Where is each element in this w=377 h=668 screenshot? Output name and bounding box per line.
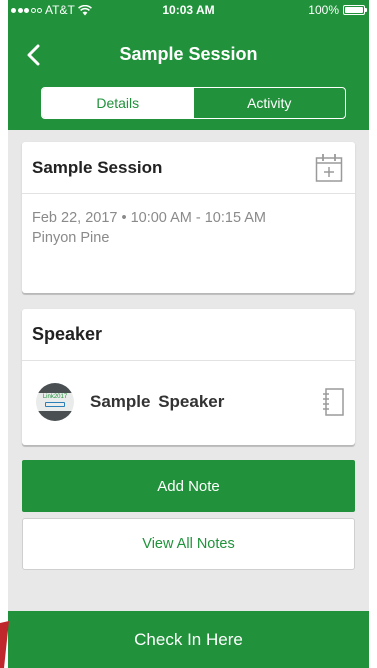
signal-dot bbox=[30, 7, 36, 13]
avatar-band bbox=[36, 411, 74, 421]
signal-dot bbox=[11, 7, 16, 13]
session-card-header: Sample Session bbox=[22, 142, 355, 194]
view-all-notes-button[interactable]: View All Notes bbox=[22, 518, 355, 570]
tab-details[interactable]: Details bbox=[42, 88, 194, 118]
session-date-time: Feb 22, 2017 • 10:00 AM - 10:15 AM bbox=[32, 210, 267, 226]
carrier-label: AT&T bbox=[45, 3, 75, 17]
avatar-band bbox=[36, 383, 74, 393]
avatar: Link2017 bbox=[36, 383, 74, 421]
session-location: Pinyon Pine bbox=[32, 230, 110, 246]
signal-dot bbox=[37, 7, 42, 13]
signal-strength-icon bbox=[11, 7, 42, 13]
avatar-logo-mark bbox=[45, 402, 65, 407]
calendar-add-icon[interactable] bbox=[315, 153, 343, 183]
status-left: AT&T bbox=[11, 3, 92, 17]
arrow-annotation-icon bbox=[0, 621, 9, 668]
status-bar: AT&T 10:03 AM 100% bbox=[8, 0, 369, 20]
speaker-card: Speaker Link2017 Sample Speaker bbox=[22, 309, 355, 445]
app-screen: AT&T 10:03 AM 100% Sample Session Detail… bbox=[8, 0, 369, 668]
session-card: Sample Session Feb 22, 2017 • 10:00 AM -… bbox=[22, 142, 355, 293]
battery-fill bbox=[345, 7, 363, 13]
avatar-logo: Link2017 bbox=[36, 394, 74, 401]
page-title: Sample Session bbox=[119, 44, 258, 64]
speaker-card-header: Speaker bbox=[22, 309, 355, 361]
signal-dot bbox=[24, 7, 29, 13]
check-in-button[interactable]: Check In Here bbox=[8, 611, 369, 668]
wifi-icon bbox=[77, 4, 92, 15]
speaker-row[interactable]: Link2017 Sample Speaker bbox=[22, 361, 355, 443]
signal-dot bbox=[17, 7, 23, 13]
avatar-logo-text: Link2017 bbox=[42, 394, 68, 400]
speaker-name: Sample Speaker bbox=[90, 392, 225, 411]
add-note-button[interactable]: Add Note bbox=[22, 460, 355, 512]
status-right: 100% bbox=[308, 3, 367, 17]
session-title: Sample Session bbox=[32, 157, 163, 177]
speaker-section-title: Speaker bbox=[32, 324, 103, 344]
tab-activity[interactable]: Activity bbox=[194, 88, 346, 118]
battery-icon bbox=[343, 5, 367, 15]
session-details: Feb 22, 2017 • 10:00 AM - 10:15 AM Pinyo… bbox=[22, 194, 355, 262]
battery-percent: 100% bbox=[308, 3, 339, 17]
notebook-icon[interactable] bbox=[321, 387, 345, 417]
nav-bar: Sample Session Details Activity bbox=[8, 20, 369, 130]
tab-switcher: Details Activity bbox=[41, 87, 346, 119]
